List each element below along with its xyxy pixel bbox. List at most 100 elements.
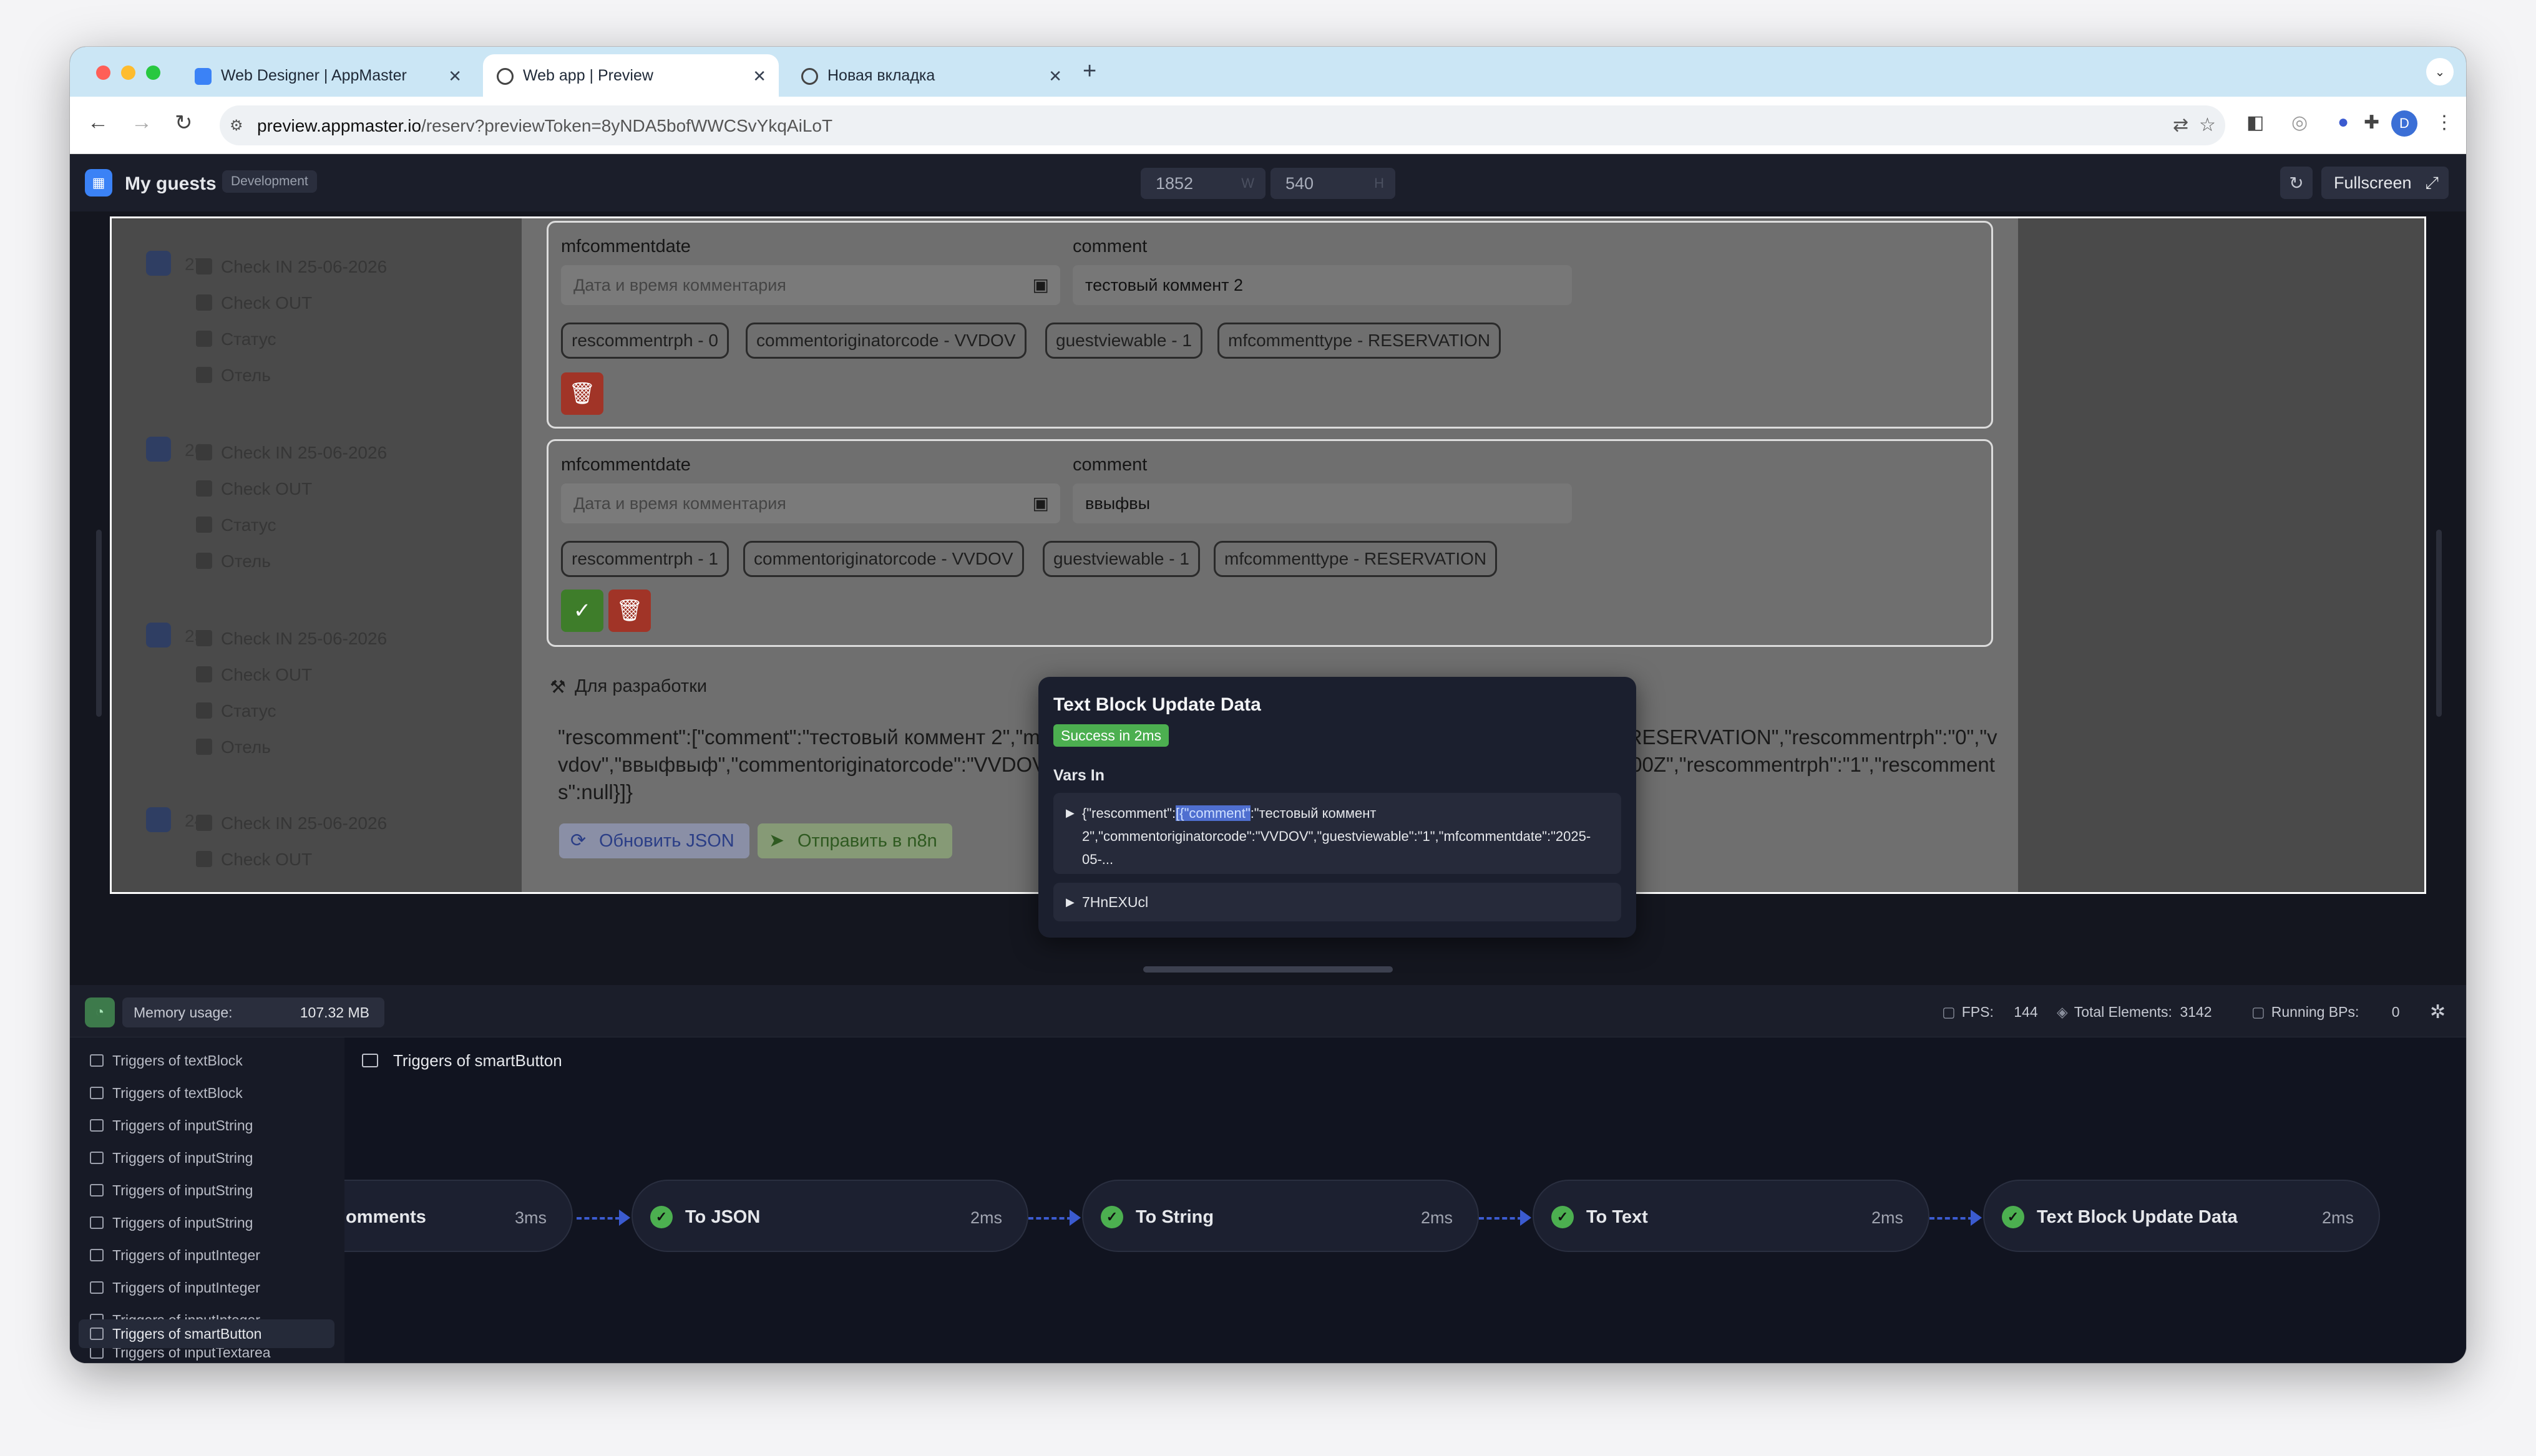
horizontal-scrollbar[interactable]	[1143, 966, 1393, 973]
sidebar-item-label: Triggers of inputString	[112, 1182, 253, 1198]
puzzle-icon[interactable]: ✚	[2364, 112, 2379, 133]
sidebar-item[interactable]: Triggers of inputInteger	[79, 1273, 334, 1302]
close-window-button[interactable]	[96, 66, 110, 80]
more-menu-icon[interactable]: ⋮	[2435, 112, 2454, 133]
tab-web-app-preview[interactable]: Web app | Preview ✕	[483, 54, 779, 97]
var-highlight: [{"comment"	[1176, 805, 1251, 821]
bookmark-star-icon[interactable]: ☆	[2199, 114, 2216, 136]
flow-node[interactable]: omments 3ms	[344, 1180, 573, 1252]
list-item: 25 Check IN 25-06-2026 Check OUT Статус …	[146, 623, 495, 772]
flow-node[interactable]: ✓ To Text 2ms	[1533, 1180, 1929, 1252]
close-icon[interactable]: ✕	[1048, 67, 1062, 86]
dev-label-text: Для разработки	[575, 676, 708, 696]
send-icon: ➤	[769, 830, 785, 851]
status-label: Статус	[221, 329, 276, 349]
send-n8n-button[interactable]: ➤ Отправить в n8n	[758, 823, 952, 858]
flow-node[interactable]: ✓ To JSON 2ms	[632, 1180, 1028, 1252]
flow-title-text: Triggers of smartButton	[393, 1051, 562, 1070]
window-icon	[90, 1346, 104, 1359]
chrome-icon	[801, 68, 818, 85]
window-icon	[90, 1216, 104, 1229]
window-icon	[90, 1119, 104, 1132]
width-input[interactable]: 1852 W	[1141, 168, 1266, 199]
reload-icon[interactable]: ↻	[175, 110, 193, 135]
close-icon[interactable]: ✕	[448, 67, 462, 86]
expand-triangle-icon[interactable]: ▶	[1066, 802, 1075, 825]
profile-avatar[interactable]: D	[2391, 110, 2417, 137]
refresh-button[interactable]: ↻	[2280, 167, 2313, 199]
comment-card: mfcommentdate Дата и время комментария ▣…	[547, 221, 1993, 429]
update-json-label: Обновить JSON	[599, 831, 734, 851]
checkout-label: Check OUT	[221, 665, 313, 684]
bug-icon[interactable]: ✲	[2430, 1001, 2446, 1023]
env-badge: Development	[222, 170, 317, 193]
comment-label: comment	[1073, 455, 1148, 475]
fullscreen-button[interactable]: Fullscreen ⤢	[2321, 167, 2449, 199]
url-path: /reserv?previewToken=8yNDA5bofWWCSvYkqAi…	[421, 116, 833, 135]
height-input[interactable]: 540 H	[1270, 168, 1395, 199]
sidebar-item[interactable]: Triggers of inputString	[79, 1208, 334, 1237]
vars-in-label: Vars In	[1053, 767, 1105, 784]
width-unit: W	[1241, 175, 1254, 191]
expand-triangle-icon[interactable]: ▶	[1066, 883, 1075, 921]
date-placeholder: Дата и время комментария	[573, 276, 786, 294]
sidebar-item[interactable]: Triggers of textBlock	[79, 1046, 334, 1075]
app-header: ▦ My guests Development 1852 W 540 H ↻ F…	[70, 154, 2466, 211]
sidebar-item-label: Triggers of smartButton	[112, 1326, 262, 1342]
maximize-window-button[interactable]	[146, 66, 160, 80]
var-value-block[interactable]: ▶ 7HnEXUcl	[1053, 883, 1621, 921]
sidebar-item[interactable]: Triggers of inputInteger	[79, 1241, 334, 1269]
date-input[interactable]: Дата и время комментария ▣	[561, 265, 1060, 305]
extension-shield-icon[interactable]: ◧	[2246, 112, 2264, 133]
update-json-button[interactable]: ⟳ Обновить JSON	[559, 823, 749, 858]
forward-arrow-icon[interactable]: →	[131, 110, 152, 135]
address-bar: ← → ↻ ⚙ preview.appmaster.io/reserv?prev…	[70, 97, 2466, 154]
tab-web-designer[interactable]: Web Designer | AppMaster ✕	[181, 54, 474, 97]
date-input[interactable]: Дата и время комментария ▣	[561, 483, 1060, 523]
comment-card: mfcommentdate Дата и время комментария ▣…	[547, 439, 1993, 647]
check-icon: ✓	[650, 1206, 673, 1228]
comment-input[interactable]: ввыфвы	[1073, 483, 1572, 523]
app-grid-icon[interactable]: ▦	[85, 169, 112, 197]
checkout-label: Check OUT	[221, 850, 313, 869]
overlay-backdrop	[2018, 218, 2424, 892]
tab-new-tab[interactable]: Новая вкладка ✕	[788, 54, 1075, 97]
sidebar-item[interactable]: Triggers of textBlock	[79, 1079, 334, 1107]
tab-search-button[interactable]: ⌄	[2426, 58, 2454, 85]
elements-value: 3142	[2180, 1004, 2212, 1020]
minimize-window-button[interactable]	[121, 66, 135, 80]
elements-stat: ◈ Total Elements: 3142	[2057, 1004, 2212, 1021]
delete-button[interactable]: 🗑	[608, 590, 651, 632]
date-placeholder: Дата и время комментария	[573, 494, 786, 513]
calendar-icon[interactable]: ▣	[1033, 483, 1049, 523]
new-tab-button[interactable]: +	[1083, 58, 1096, 85]
check-icon: ✓	[1101, 1206, 1123, 1228]
close-icon[interactable]: ✕	[753, 67, 766, 86]
site-settings-icon[interactable]: ⚙	[230, 117, 243, 135]
left-scrollbar[interactable]	[96, 530, 102, 717]
flow-node[interactable]: ✓ Text Block Update Data 2ms	[1983, 1180, 2380, 1252]
sidebar-item[interactable]: Triggers of inputString	[79, 1176, 334, 1205]
fps-stat: ▢ FPS: 144	[1942, 1004, 2038, 1021]
var-value-block[interactable]: ▶ {"rescomment":[{"comment":"тестовый ко…	[1053, 793, 1621, 874]
confirm-button[interactable]: ✓	[561, 590, 603, 632]
record-number-badge	[146, 437, 171, 462]
back-arrow-icon[interactable]: ←	[87, 110, 109, 135]
right-scrollbar[interactable]	[2436, 530, 2442, 717]
sidebar-item-smartbutton[interactable]: Triggers of smartButton	[79, 1319, 334, 1348]
sidebar-item-label: Triggers of inputString	[112, 1215, 253, 1231]
url-field[interactable]: ⚙ preview.appmaster.io/reserv?previewTok…	[220, 105, 2225, 145]
flow-node[interactable]: ✓ To String 2ms	[1082, 1180, 1479, 1252]
sidebar-item[interactable]: Triggers of inputString	[79, 1111, 334, 1140]
extension-icon[interactable]: ◎	[2291, 112, 2308, 133]
comment-label: comment	[1073, 236, 1148, 256]
status-label: Статус	[221, 515, 276, 535]
delete-button[interactable]: 🗑	[561, 372, 603, 415]
comment-input[interactable]: тестовый коммент 2	[1073, 265, 1572, 305]
fps-label: FPS:	[1961, 1004, 1994, 1020]
translate-icon[interactable]: ⇄	[2173, 114, 2188, 136]
calendar-icon[interactable]: ▣	[1033, 265, 1049, 305]
node-time: 2ms	[1420, 1208, 1453, 1227]
extension-dot-icon[interactable]: ●	[2338, 112, 2349, 133]
sidebar-item[interactable]: Triggers of inputString	[79, 1143, 334, 1172]
